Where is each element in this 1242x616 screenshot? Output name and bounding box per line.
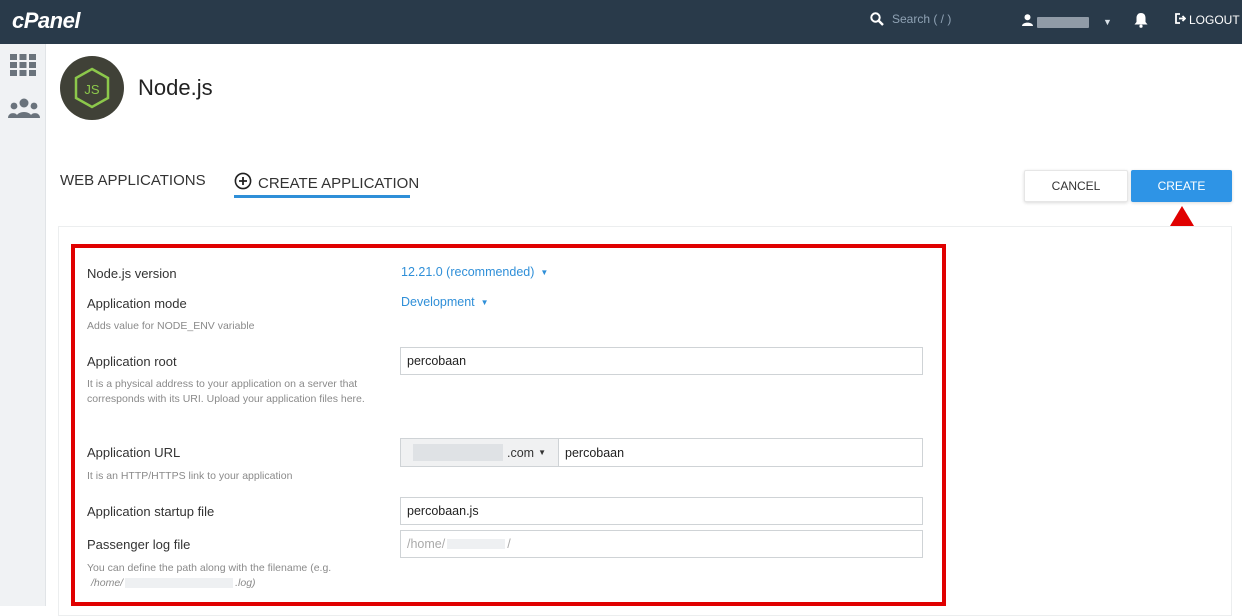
user-menu[interactable]: ▼ [1022, 13, 1112, 31]
username-redacted [1037, 16, 1089, 28]
left-sidebar [0, 44, 46, 606]
application-root-hint: It is a physical address to your applica… [87, 378, 365, 405]
startup-file-label: Application startup file [87, 504, 215, 519]
svg-text:JS: JS [84, 82, 100, 97]
passenger-log-label: Passenger log file [87, 537, 191, 552]
tab-web-applications[interactable]: WEB APPLICATIONS [60, 172, 206, 189]
passenger-log-hint: You can define the path along with the f… [87, 561, 377, 591]
application-url-hint: It is an HTTP/HTTPS link to your applica… [87, 470, 293, 482]
passenger-log-hint-path-prefix: /home/ [91, 577, 124, 589]
search-box[interactable]: Search ( / ) [870, 12, 951, 26]
application-url-label: Application URL [87, 445, 181, 460]
application-mode-dropdown[interactable]: Development ▼ [401, 295, 489, 309]
passenger-log-placeholder-prefix: /home/ [407, 537, 446, 551]
application-url-field: .com ▼ percobaan [400, 438, 923, 467]
username-redacted [447, 539, 506, 549]
search-placeholder: Search ( / ) [892, 12, 952, 26]
caret-down-icon: ▼ [540, 267, 549, 277]
top-navigation-bar: cPanel Search ( / ) ▼ LOGOUT [0, 0, 1242, 44]
passenger-log-input[interactable]: /home/ / [400, 530, 923, 558]
cancel-button[interactable]: CANCEL [1024, 170, 1128, 202]
startup-file-input[interactable]: percobaan.js [400, 497, 923, 525]
plus-circle-icon [234, 172, 252, 194]
passenger-log-hint-text: You can define the path along with the f… [87, 562, 332, 574]
page-title: Node.js [138, 75, 213, 100]
search-icon [870, 12, 884, 26]
domain-suffix: .com [507, 445, 535, 460]
nodejs-version-dropdown[interactable]: 12.21.0 (recommended) ▼ [401, 265, 548, 279]
grid-apps-icon[interactable] [10, 54, 36, 81]
username-redacted [125, 578, 234, 589]
caret-down-icon: ▼ [538, 448, 547, 457]
application-mode-label: Application mode [87, 296, 187, 311]
chevron-down-icon: ▼ [1103, 17, 1112, 27]
users-group-icon[interactable] [8, 98, 40, 125]
passenger-log-placeholder-suffix: / [507, 537, 511, 551]
domain-select[interactable]: .com ▼ [401, 439, 559, 466]
application-root-input[interactable]: percobaan [400, 347, 923, 375]
create-button[interactable]: CREATE [1131, 170, 1232, 202]
application-url-path-input[interactable]: percobaan [559, 439, 922, 466]
notifications-bell-icon[interactable] [1134, 12, 1148, 33]
application-mode-value: Development [401, 295, 475, 309]
domain-redacted [413, 444, 503, 461]
tab-create-application[interactable]: CREATE APPLICATION [234, 172, 419, 194]
application-root-label: Application root [87, 354, 177, 369]
active-tab-indicator [234, 195, 410, 198]
cpanel-logo[interactable]: cPanel [12, 8, 80, 34]
passenger-log-hint-path-suffix: .log) [235, 577, 256, 589]
logout-icon [1175, 13, 1187, 27]
logout-label: LOGOUT [1189, 13, 1240, 27]
nodejs-version-value: 12.21.0 (recommended) [401, 265, 535, 279]
caret-down-icon: ▼ [480, 297, 489, 307]
logout-button[interactable]: LOGOUT [1175, 13, 1240, 27]
nodejs-logo-icon: JS [60, 56, 124, 120]
application-mode-hint: Adds value for NODE_ENV variable [87, 320, 255, 332]
user-icon [1022, 13, 1033, 31]
tab-create-label: CREATE APPLICATION [258, 174, 420, 192]
nodejs-version-label: Node.js version [87, 266, 177, 281]
